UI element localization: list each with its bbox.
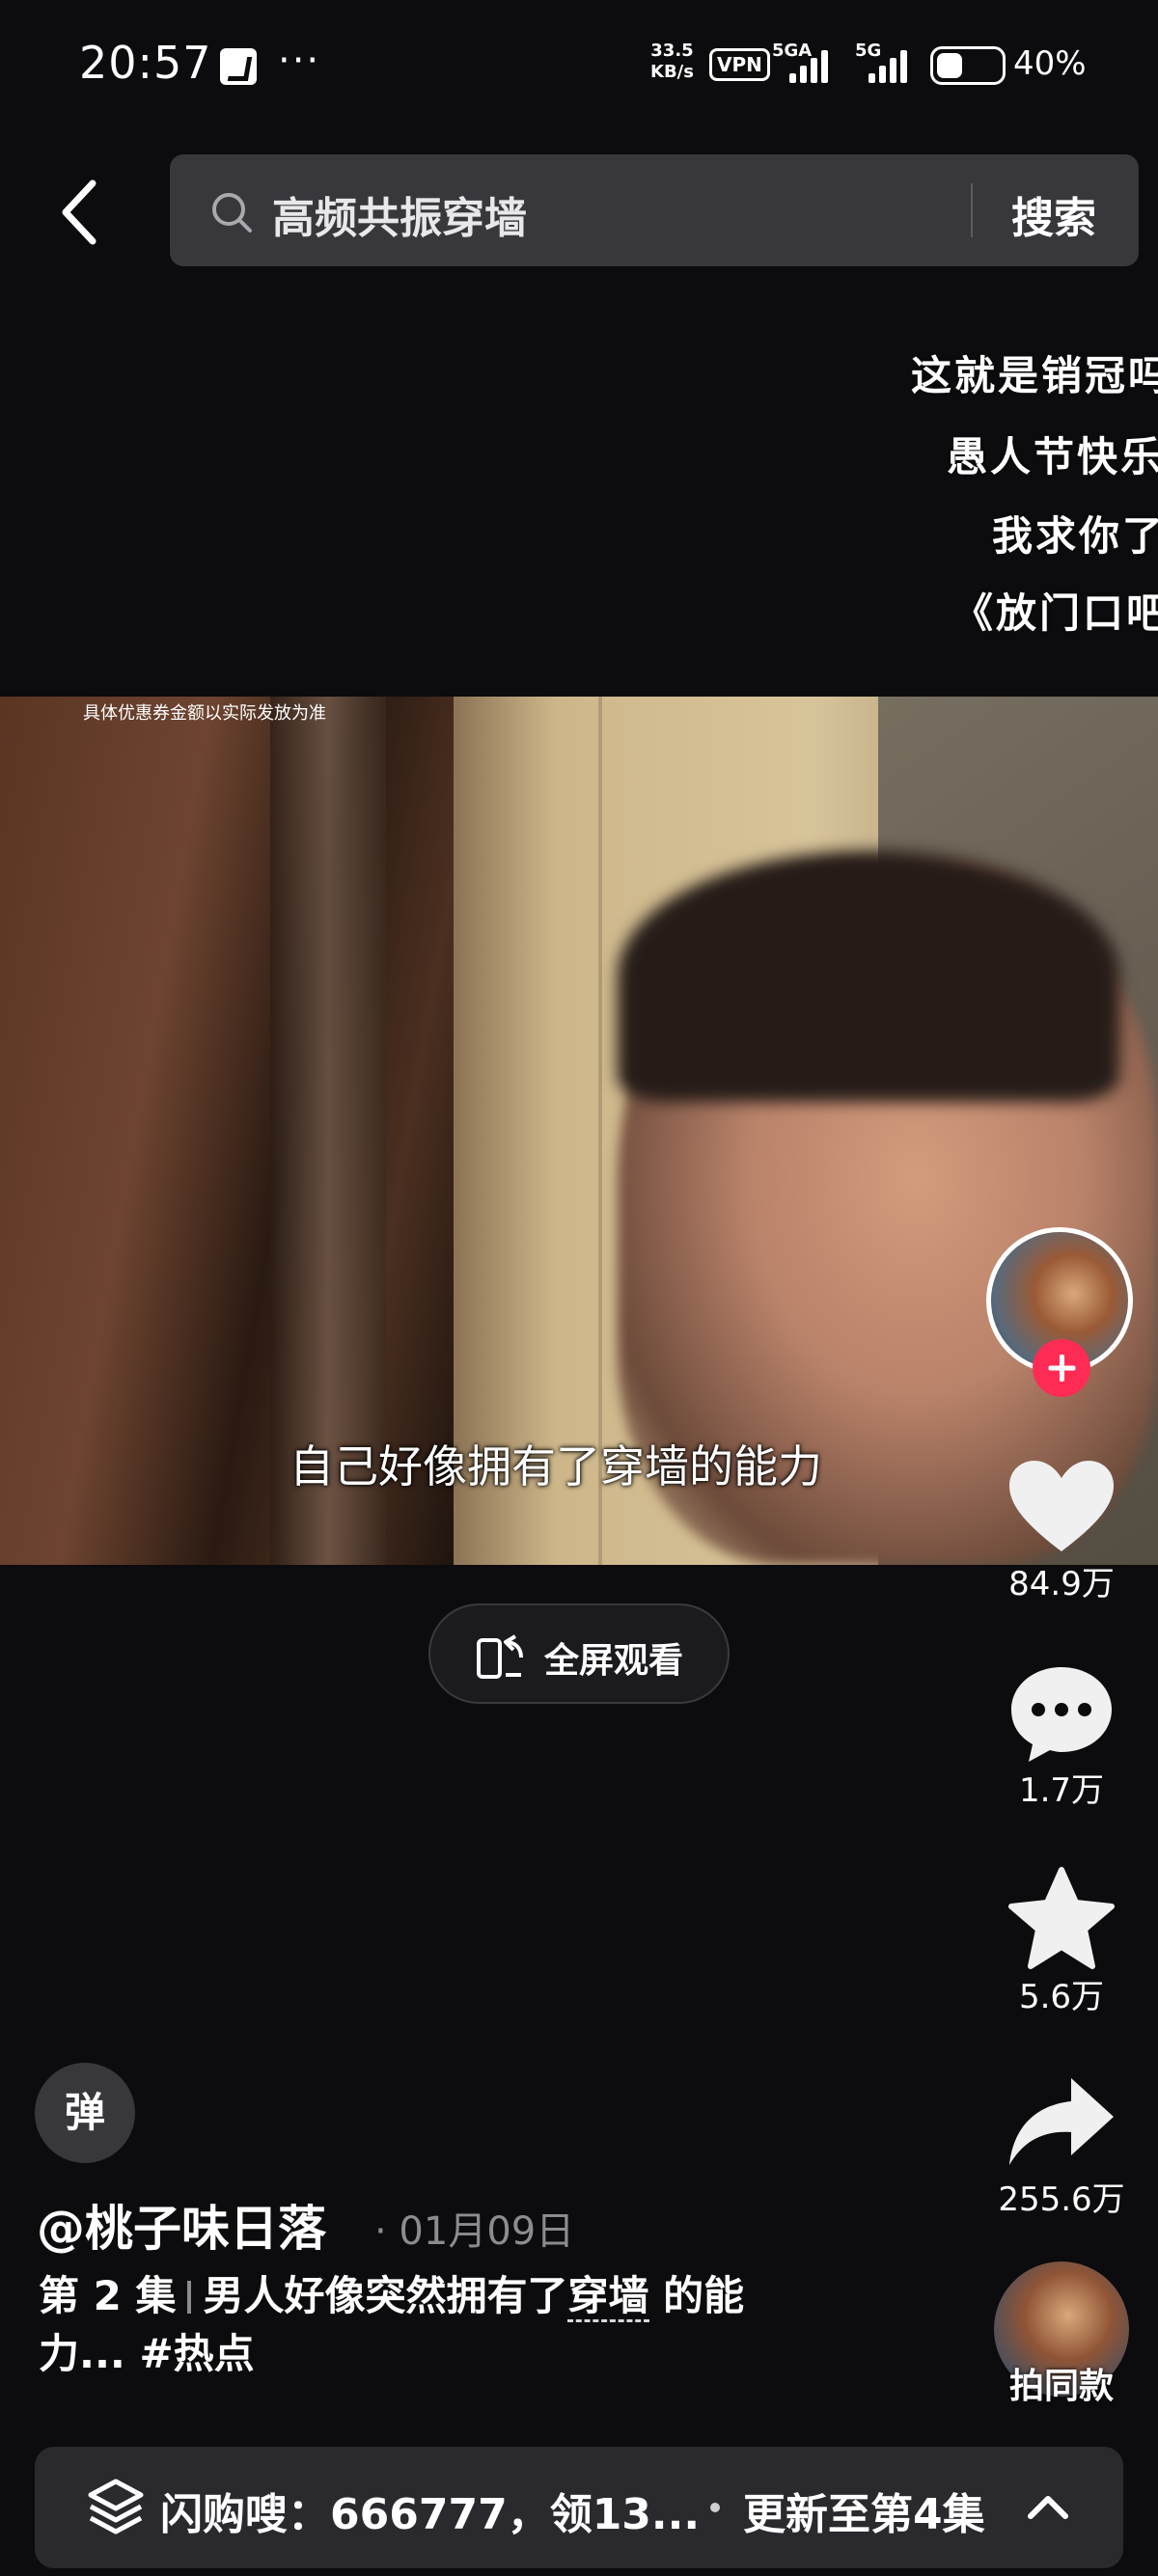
comment-count: 1.7万	[1018, 1771, 1105, 1810]
status-bar: 20:57 ··· 33.5 KB/s VPN 5GA 5G 40%	[0, 0, 1158, 135]
search-input[interactable]: 高频共振穿墙	[272, 183, 527, 245]
battery-icon	[930, 46, 1006, 85]
share-icon[interactable]	[1004, 2072, 1119, 2179]
vpn-badge: VPN	[709, 48, 770, 81]
star-icon[interactable]	[1004, 1866, 1119, 1972]
network-speed: 33.5 KB/s	[650, 41, 694, 82]
post-caption[interactable]: 第 2 集男人好像突然拥有了穿墙 的能力... #热点	[39, 2267, 830, 2383]
search-bar[interactable]: 高频共振穿墙 搜索	[170, 154, 1139, 266]
search-button[interactable]: 搜索	[1011, 183, 1096, 245]
status-time: 20:57	[79, 37, 212, 89]
series-promo-text: 闪购嗖：666777，领13...	[160, 2490, 701, 2539]
danmaku-comment: 愚人节快乐	[946, 433, 1158, 480]
search-divider	[971, 183, 973, 237]
app-notification-icon	[220, 48, 257, 85]
fullscreen-label: 全屏观看	[544, 1641, 684, 1681]
make-same-label[interactable]: 拍同款	[965, 2358, 1158, 2408]
fullscreen-button[interactable]: 全屏观看	[428, 1603, 730, 1704]
dot-separator	[710, 2503, 720, 2512]
danmaku-comment: 这就是销冠吗	[910, 352, 1158, 399]
danmaku-comment: 我求你了	[991, 512, 1158, 560]
rotate-screen-icon	[477, 1634, 523, 1679]
video-player[interactable]: 具体优惠券金额以实际发放为准 自己好像拥有了穿墙的能力	[0, 697, 1158, 1565]
signal-bars-icon	[868, 50, 907, 83]
share-count: 255.6万	[998, 2180, 1125, 2219]
back-arrow-icon[interactable]	[56, 174, 106, 251]
signal-bars-icon	[789, 50, 828, 83]
post-date: · 01月09日	[374, 2209, 575, 2254]
search-icon	[212, 193, 252, 233]
battery-percent: 40%	[1013, 44, 1087, 83]
follow-plus-icon[interactable]	[1033, 1339, 1090, 1397]
author-name[interactable]: @桃子味日落	[37, 2190, 326, 2260]
video-subtitle: 自己好像拥有了穿墙的能力	[290, 1440, 822, 1493]
chevron-up-icon[interactable]	[1025, 2487, 1071, 2526]
coupon-note: 具体优惠券金额以实际发放为准	[83, 703, 326, 724]
series-bar[interactable]: 闪购嗖：666777，领13... 更新至第4集	[35, 2447, 1123, 2568]
caption-separator	[187, 2281, 192, 2314]
series-update-text: 更新至第4集	[743, 2490, 985, 2539]
comment-icon[interactable]	[1004, 1661, 1119, 1768]
heart-icon[interactable]	[1004, 1455, 1119, 1561]
layers-icon	[88, 2479, 144, 2535]
keyword-link[interactable]: 穿墙	[567, 2272, 649, 2322]
danmaku-toggle-button[interactable]: 弹	[35, 2063, 135, 2163]
favorite-count: 5.6万	[1018, 1978, 1105, 2016]
more-notifications-icon: ···	[278, 39, 321, 83]
like-count: 84.9万	[1008, 1565, 1115, 1603]
episode-label: 第 2 集	[39, 2272, 177, 2319]
danmaku-comment: 《放门口吧	[951, 589, 1158, 637]
